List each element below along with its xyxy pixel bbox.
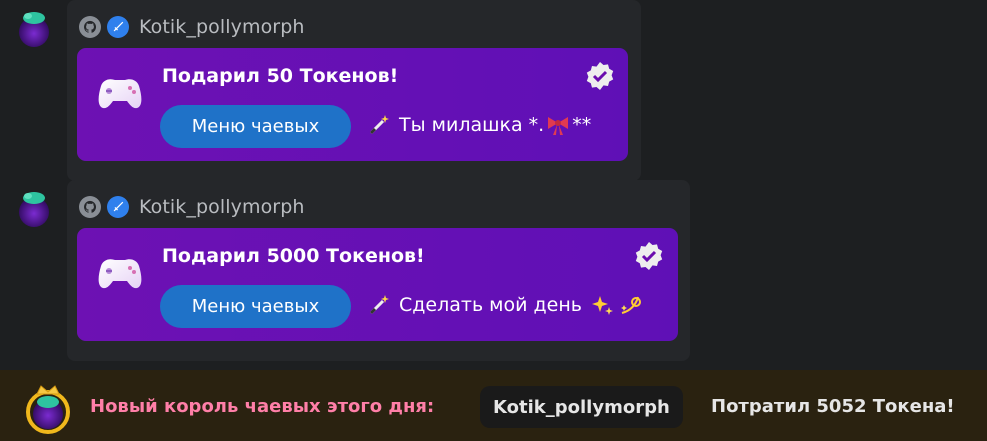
king-label: Новый король чаевых этого дня: [90, 396, 435, 417]
avatar-icon[interactable] [14, 8, 54, 48]
tip-card: Подарил 5000 Токенов! Меню чаевых Сделат… [77, 228, 678, 341]
verified-icon [635, 242, 663, 270]
bow-emoji-icon [548, 117, 569, 135]
crown-avatar-icon[interactable] [22, 380, 74, 436]
tip-menu-button[interactable]: Меню чаевых [160, 105, 351, 148]
magic-wand-icon [369, 295, 389, 315]
tokens-spent: Потратил 5052 Токена! [711, 396, 955, 417]
gamepad-icon [98, 79, 142, 109]
message-bubble: Kotik_pollymorph Подарил 5000 Токенов! М… [67, 180, 690, 361]
username[interactable]: Kotik_pollymorph [139, 16, 305, 38]
tip-text: Сделать мой день [399, 294, 582, 316]
dizzy-emoji-icon [620, 296, 641, 314]
gamepad-icon [98, 259, 142, 289]
tip-title: Подарил 50 Токенов! [162, 65, 399, 87]
sword-badge-icon [107, 16, 129, 38]
verified-icon [586, 62, 614, 90]
tip-king-banner: Новый король чаевых этого дня: Kotik_pol… [0, 370, 987, 441]
sword-badge-icon [107, 196, 129, 218]
avatar-icon[interactable] [14, 188, 54, 228]
tip-menu-button[interactable]: Меню чаевых [160, 285, 351, 328]
tip-text: Ты милашка *. [399, 114, 545, 136]
tip-card: Подарил 50 Токенов! Меню чаевых Ты милаш… [77, 48, 628, 161]
message-bubble: Kotik_pollymorph Подарил 50 Токенов! Мен… [67, 0, 641, 181]
user-row: Kotik_pollymorph [79, 14, 305, 40]
magic-wand-icon [369, 115, 389, 135]
tip-title: Подарил 5000 Токенов! [162, 245, 425, 267]
username[interactable]: Kotik_pollymorph [139, 196, 305, 218]
user-row: Kotik_pollymorph [79, 194, 305, 220]
sparkles-emoji-icon [591, 296, 613, 315]
tip-message: Ты милашка *. ** [367, 113, 591, 137]
tip-suffix: ** [572, 114, 592, 136]
tip-message: Сделать мой день [367, 293, 644, 317]
github-icon [79, 16, 101, 38]
king-username[interactable]: Kotik_pollymorph [480, 386, 683, 428]
github-icon [79, 196, 101, 218]
